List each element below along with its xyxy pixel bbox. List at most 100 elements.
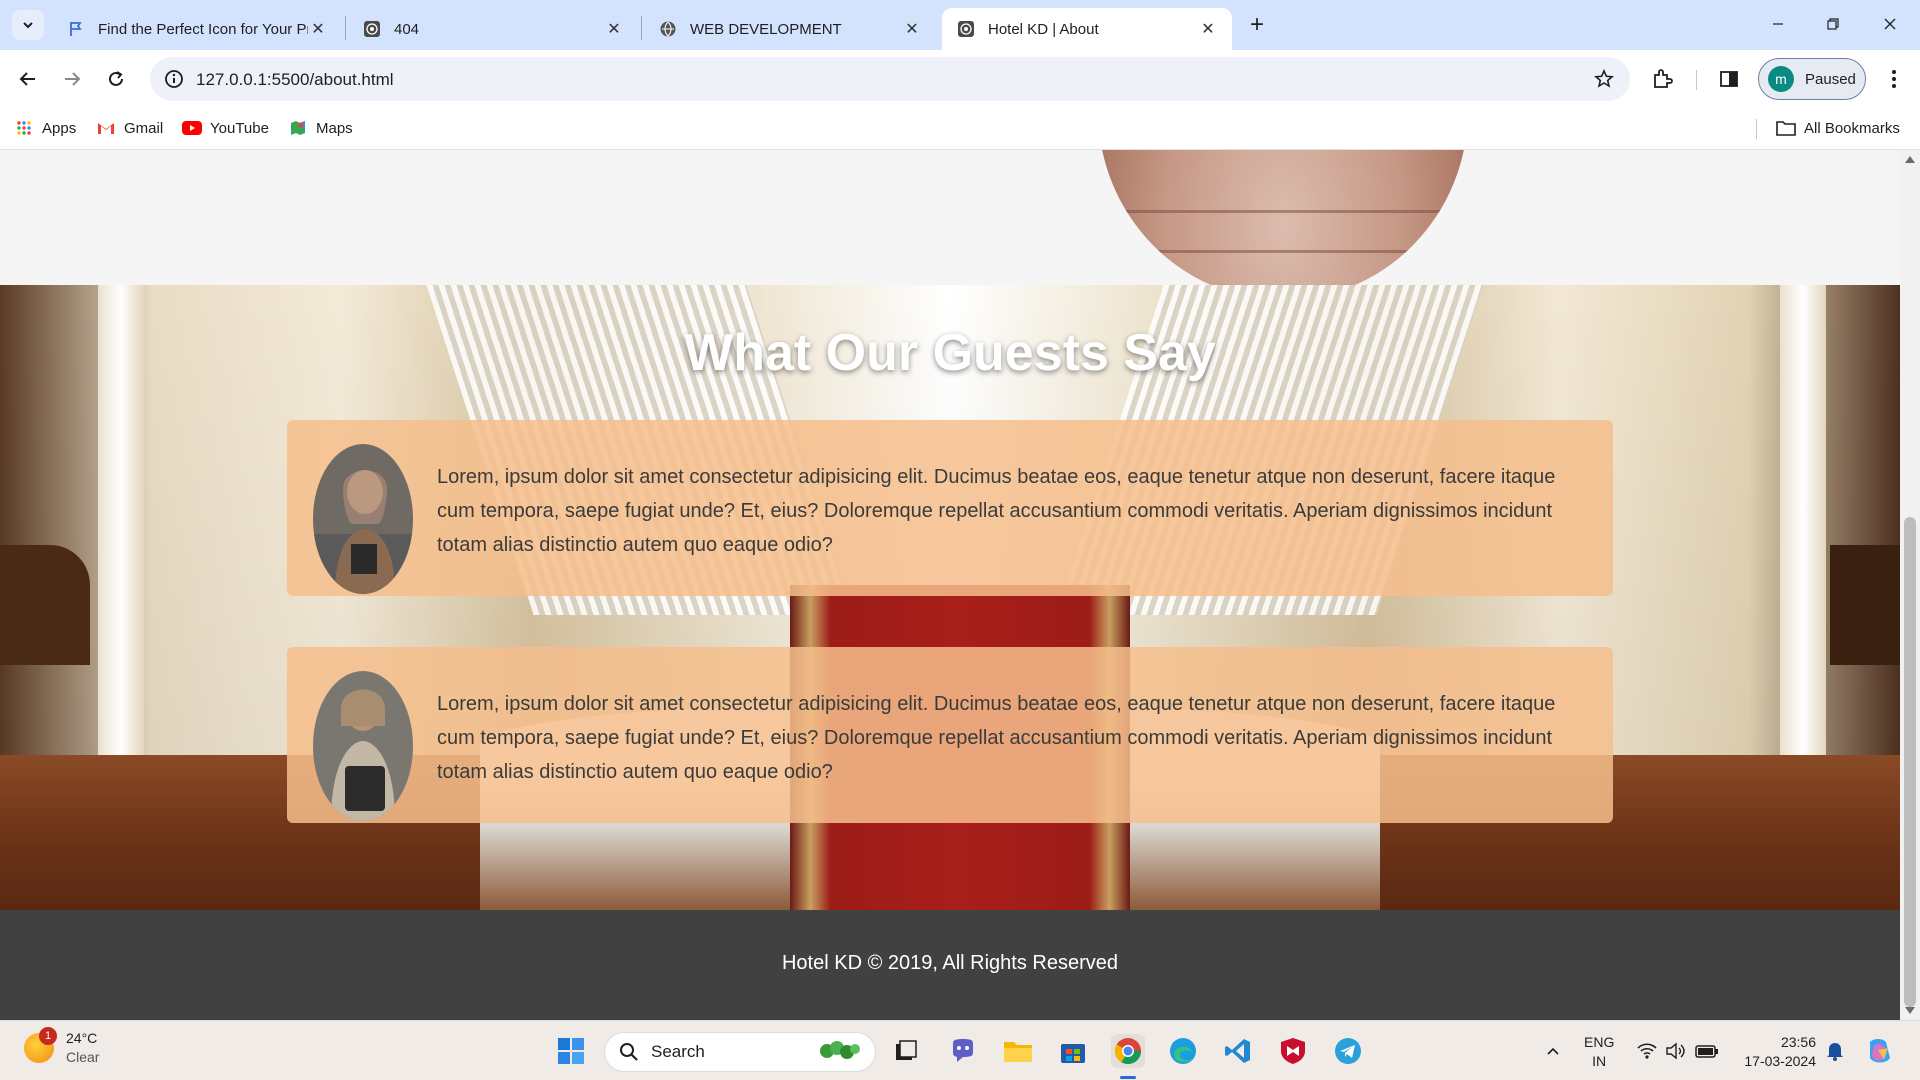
vscode-icon [1225,1039,1250,1063]
shamrock-icon [820,1041,860,1059]
clock-time: 23:56 [1780,1034,1816,1050]
battery-icon[interactable] [1690,1034,1724,1068]
telegram-button[interactable] [1331,1034,1365,1068]
scroll-down-arrow-icon[interactable] [1905,1007,1915,1014]
show-hidden-icons-button[interactable] [1536,1034,1570,1068]
taskbar-search[interactable]: Search [604,1032,876,1072]
image-detail [1098,250,1468,253]
bookmark-maps[interactable]: Maps [288,118,353,138]
testimonial-text: Lorem, ipsum dolor sit amet consectetur … [437,693,1556,783]
section-title: What Our Guests Say [684,324,1216,382]
file-explorer-button[interactable] [1001,1034,1035,1068]
address-bar[interactable]: 127.0.0.1:5500/about.html [150,57,1630,101]
search-icon [620,1043,638,1061]
notification-badge: 1 [39,1027,57,1045]
new-tab-button[interactable]: + [1241,10,1273,40]
side-panel-icon[interactable] [1715,65,1743,93]
more-menu-icon[interactable] [1880,65,1908,93]
scroll-up-arrow-icon[interactable] [1905,156,1915,163]
tab-title: Hotel KD | About [988,20,1099,38]
extensions-icon[interactable] [1648,65,1676,93]
close-tab-icon[interactable]: ✕ [1198,19,1218,39]
bookmark-apps[interactable]: Apps [14,118,76,138]
testimonials-section: What Our Guests Say Lorem, ipsum dolor s… [0,285,1900,910]
input-language[interactable]: ENG IN [1584,1033,1614,1071]
bookmark-label: YouTube [210,119,269,137]
close-tab-icon[interactable]: ✕ [604,19,624,39]
mcafee-button[interactable] [1276,1034,1310,1068]
tab-web-development[interactable]: WEB DEVELOPMENT ✕ [644,8,936,50]
volume-icon[interactable] [1658,1034,1692,1068]
tab-strip: Find the Perfect Icon for Your Pr ✕ 404 … [0,0,1920,50]
close-icon [1884,18,1896,30]
tab-icon-finder[interactable]: Find the Perfect Icon for Your Pr ✕ [52,8,342,50]
tab-hotel-kd-about[interactable]: Hotel KD | About ✕ [942,8,1232,50]
all-bookmarks-label: All Bookmarks [1804,119,1900,137]
search-label: Search [651,1042,705,1061]
store-icon [1061,1044,1085,1063]
close-window-button[interactable] [1870,8,1910,40]
back-button[interactable] [12,63,44,95]
tab-separator [345,16,346,40]
bookmark-label: Apps [42,119,77,137]
forward-button[interactable] [56,63,88,95]
bookmark-star-icon[interactable] [1592,67,1616,91]
weather-widget[interactable]: 1 24°C Clear [24,1027,100,1067]
telegram-icon [1335,1038,1361,1064]
edge-button[interactable] [1166,1034,1200,1068]
avatar: m [1768,66,1794,92]
chrome-button[interactable] [1111,1034,1145,1068]
task-view-icon [896,1040,917,1060]
reload-icon [109,71,123,86]
guest-photo [313,671,413,821]
testimonial-text: Lorem, ipsum dolor sit amet consectetur … [437,466,1556,556]
site-info-icon[interactable] [162,67,186,91]
apps-grid-icon [14,118,34,138]
microsoft-store-button[interactable] [1056,1034,1090,1068]
system-clock[interactable]: 23:56 17-03-2024 [1736,1033,1816,1071]
copyright-text: Hotel KD © 2019, All Rights Reserved [781,952,1118,974]
bookmarks-bar: Apps Gmail YouTube Maps All Bookmarks [0,108,1920,150]
tab-title: Find the Perfect Icon for Your Pr [98,20,308,38]
page-footer: Hotel KD © 2019, All Rights Reserved [0,910,1900,1020]
notifications-bell-icon[interactable] [1818,1034,1852,1068]
all-bookmarks-button[interactable]: All Bookmarks [1776,118,1900,138]
restore-button[interactable] [1813,8,1853,40]
testimonial-card: Lorem, ipsum dolor sit amet consectetur … [287,420,1613,596]
restore-icon [1827,18,1839,30]
task-view-button[interactable] [889,1034,923,1068]
page-viewport: What Our Guests Say Lorem, ipsum dolor s… [0,150,1900,1020]
tab-title: WEB DEVELOPMENT [690,20,842,38]
bookmark-youtube[interactable]: YouTube [182,118,269,138]
profile-status: Paused [1805,70,1856,88]
copilot-button[interactable] [1862,1034,1896,1068]
teams-chat-button[interactable] [946,1034,980,1068]
weather-condition: Clear [66,1049,100,1065]
folder-icon [1004,1042,1032,1062]
reload-button[interactable] [100,63,132,95]
profile-button[interactable]: m Paused [1758,58,1866,100]
scrollbar-thumb[interactable] [1904,517,1916,1007]
about-image [1098,150,1468,300]
tab-404[interactable]: 404 ✕ [348,8,638,50]
bookmark-gmail[interactable]: Gmail [96,118,163,138]
copilot-icon [1870,1039,1890,1063]
tab-search-button[interactable] [12,10,44,40]
minimize-button[interactable] [1758,8,1798,40]
edge-icon [1170,1038,1196,1064]
forward-arrow-icon [65,72,81,86]
chat-icon [953,1039,973,1062]
browser-toolbar: 127.0.0.1:5500/about.html m Paused [0,50,1920,108]
active-app-indicator [1120,1076,1136,1079]
start-button[interactable] [554,1034,588,1068]
background-chair [1830,545,1900,665]
podcast-icon [362,19,382,39]
vscode-button[interactable] [1221,1034,1255,1068]
close-tab-icon[interactable]: ✕ [902,19,922,39]
mcafee-shield-icon [1281,1038,1305,1064]
close-tab-icon[interactable]: ✕ [308,19,328,39]
page-scrollbar[interactable] [1900,150,1920,1020]
bookmark-label: Gmail [124,119,164,137]
background-lamp [0,545,90,665]
windows-taskbar: 1 24°C Clear Search ENG IN 23:56 17-03-2… [0,1020,1920,1080]
